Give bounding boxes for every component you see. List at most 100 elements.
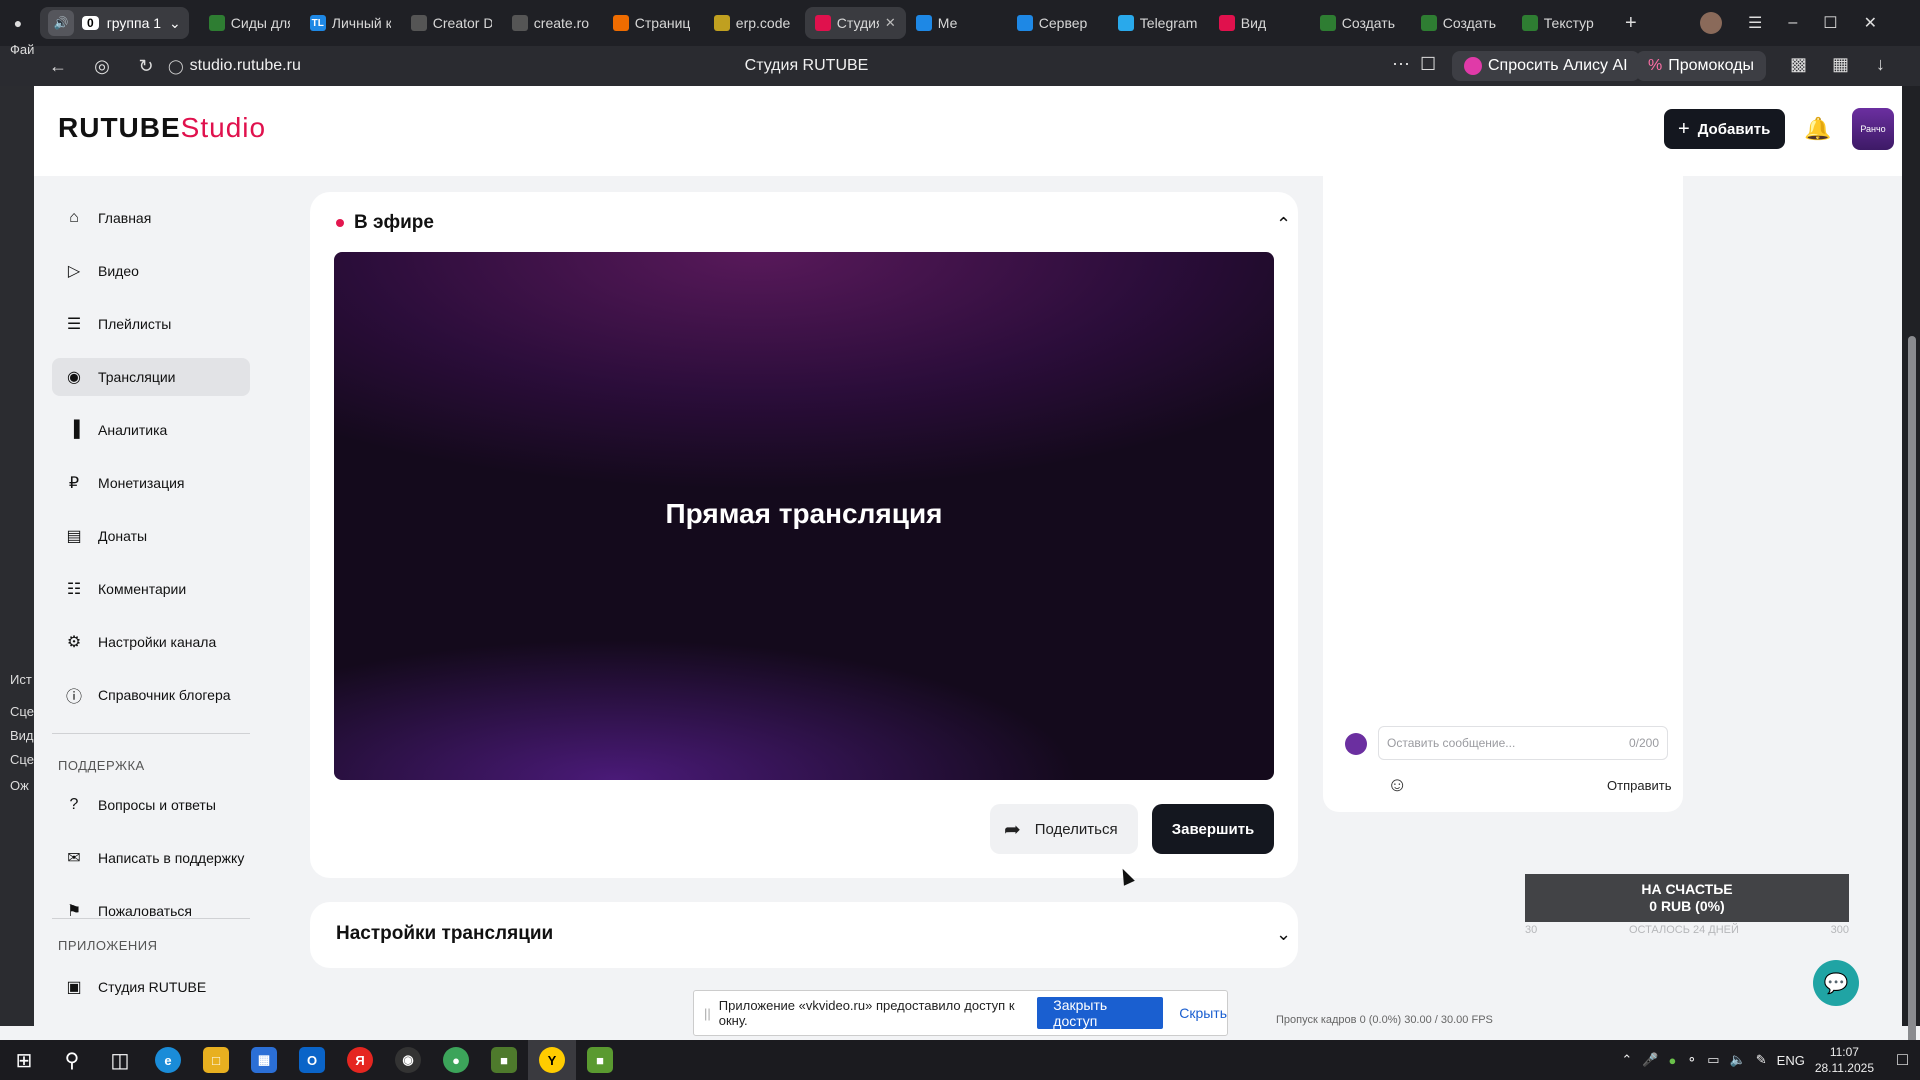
background-window-label[interactable]: Ож bbox=[10, 778, 29, 793]
browser-tab[interactable]: Создать bbox=[1310, 0, 1411, 46]
sidebar-item[interactable]: ⚙ Настройки канала bbox=[52, 623, 250, 661]
revoke-access-button[interactable]: Закрыть доступ bbox=[1037, 997, 1164, 1029]
explorer-icon[interactable]: □ bbox=[192, 1040, 240, 1080]
tab-close-icon[interactable]: ✕ bbox=[885, 15, 896, 31]
browser-tab[interactable]: Ме bbox=[906, 0, 1007, 46]
chat-input[interactable]: Оставить сообщение... 0/200 bbox=[1378, 726, 1668, 760]
minecraft-launcher-icon[interactable]: ■ bbox=[576, 1040, 624, 1080]
sidebar-item[interactable]: ▤ Донаты bbox=[52, 517, 250, 555]
sidebar-item[interactable]: ▷ Видео bbox=[52, 252, 250, 290]
browser-tab[interactable]: create.ro bbox=[502, 0, 603, 46]
browser-tab[interactable]: Вид bbox=[1209, 0, 1310, 46]
extension-icon[interactable]: ▦ bbox=[1832, 54, 1849, 75]
sidebar-item[interactable]: ⚑ Пожаловаться bbox=[52, 892, 250, 930]
help-chat-button[interactable]: 💬 bbox=[1813, 960, 1859, 1006]
avatar[interactable]: Ранчо bbox=[1852, 108, 1894, 150]
browser-tab[interactable]: Сиды для bbox=[199, 0, 300, 46]
background-window-label[interactable]: Сце bbox=[10, 704, 34, 719]
emoji-icon[interactable]: ☺ bbox=[1387, 774, 1407, 797]
language-indicator[interactable]: ENG bbox=[1777, 1053, 1805, 1068]
sidebar-item[interactable]: ⓘ Справочник блогера bbox=[52, 676, 250, 714]
chevron-up-icon[interactable]: ⌃ bbox=[1276, 214, 1291, 235]
live-dot-icon bbox=[336, 219, 344, 227]
logo[interactable]: RUTUBEStudio bbox=[58, 112, 266, 144]
chevron-down-icon[interactable]: ⌄ bbox=[1276, 924, 1291, 945]
sidebar-item[interactable]: ◉ Трансляции bbox=[52, 358, 250, 396]
tab-group-count: 0 bbox=[82, 16, 99, 30]
new-tab-button[interactable]: + bbox=[1613, 8, 1649, 38]
close-icon[interactable]: ✕ bbox=[1864, 13, 1877, 33]
bookmark-icon[interactable]: ☐ bbox=[1420, 54, 1436, 75]
sidebar-item-label: Написать в поддержку bbox=[98, 850, 245, 866]
browser-tab[interactable]: Создать bbox=[1411, 0, 1512, 46]
alice-icon bbox=[1464, 57, 1482, 75]
background-window-label[interactable]: Вид bbox=[10, 728, 34, 743]
search-icon[interactable]: ⚲ bbox=[48, 1040, 96, 1080]
browser-menu-icon[interactable]: ● bbox=[0, 0, 36, 46]
hide-notice-link[interactable]: Скрыть bbox=[1179, 1005, 1227, 1021]
windows-start-icon[interactable]: ⊞ bbox=[0, 1040, 48, 1080]
menu-icon[interactable]: ☰ bbox=[1748, 13, 1762, 33]
add-button[interactable]: + Добавить bbox=[1664, 109, 1785, 149]
stream-settings-card[interactable]: Настройки трансляции ⌄ bbox=[310, 902, 1298, 968]
bell-icon[interactable]: 🔔 bbox=[1804, 116, 1831, 142]
browser-tab[interactable]: Страниц bbox=[603, 0, 704, 46]
share-button[interactable]: ➦ Поделиться bbox=[990, 804, 1138, 854]
sidebar-item[interactable]: ? Вопросы и ответы bbox=[52, 786, 250, 824]
stream-player[interactable]: Прямая трансляция bbox=[334, 252, 1274, 780]
live-title-text: В эфире bbox=[354, 212, 434, 233]
obs-icon[interactable]: ◉ bbox=[384, 1040, 432, 1080]
send-button[interactable]: Отправить bbox=[1607, 778, 1671, 793]
store-icon[interactable]: ▦ bbox=[240, 1040, 288, 1080]
page-scrollbar[interactable] bbox=[1908, 336, 1916, 1080]
browser-tab[interactable]: TL Личный к bbox=[300, 0, 401, 46]
speaker-icon[interactable]: 🔊 bbox=[48, 10, 74, 36]
browser-tab[interactable]: erp.code bbox=[704, 0, 805, 46]
browser-tab[interactable]: Студия ✕ bbox=[804, 7, 906, 39]
browser-tab[interactable]: Creator D bbox=[401, 0, 502, 46]
wifi-icon[interactable]: ⚬ bbox=[1686, 1052, 1697, 1068]
chevron-up-icon[interactable]: ⌃ bbox=[1621, 1052, 1632, 1068]
sidebar-item[interactable]: ▣ Студия RUTUBE bbox=[52, 968, 250, 1006]
browser-tab[interactable]: Текстур bbox=[1512, 0, 1613, 46]
sidebar-item[interactable]: ▐ Аналитика bbox=[52, 411, 250, 449]
sidebar-item[interactable]: ✉ Написать в поддержку bbox=[52, 839, 250, 877]
sidebar-item[interactable]: ⌂ Главная bbox=[52, 199, 250, 237]
edge-icon[interactable]: e bbox=[144, 1040, 192, 1080]
maximize-icon[interactable]: ☐ bbox=[1823, 13, 1837, 33]
minecraft-icon[interactable]: ■ bbox=[480, 1040, 528, 1080]
background-window-label[interactable]: Ист bbox=[10, 672, 32, 687]
yandex-icon[interactable]: Я bbox=[336, 1040, 384, 1080]
background-window-label[interactable]: Фай bbox=[10, 42, 34, 57]
download-icon[interactable]: ↓ bbox=[1876, 54, 1885, 75]
alice-button[interactable]: Спросить Алису AI bbox=[1452, 51, 1640, 81]
chrome-icon[interactable]: ● bbox=[432, 1040, 480, 1080]
notifications-icon[interactable]: □ bbox=[1897, 1049, 1908, 1070]
more-icon[interactable]: ⋯ bbox=[1392, 54, 1410, 75]
minimize-icon[interactable]: – bbox=[1788, 14, 1797, 32]
chevron-down-icon[interactable]: ⌄ bbox=[169, 15, 181, 32]
sidebar-item[interactable]: ₽ Монетизация bbox=[52, 464, 250, 502]
collections-icon[interactable]: ▩ bbox=[1790, 54, 1807, 75]
clock[interactable]: 11:07 28.11.2025 bbox=[1815, 1044, 1874, 1076]
sidebar-item[interactable]: ☰ Плейлисты bbox=[52, 305, 250, 343]
browser-tab[interactable]: Сервер bbox=[1007, 0, 1108, 46]
task-view-icon[interactable]: ◫ bbox=[96, 1040, 144, 1080]
end-stream-button[interactable]: Завершить bbox=[1152, 804, 1274, 854]
sidebar-item[interactable]: ☷ Комментарии bbox=[52, 570, 250, 608]
volume-icon[interactable]: 🔈 bbox=[1730, 1052, 1746, 1068]
background-window-label[interactable]: Сце bbox=[10, 752, 34, 767]
promo-button[interactable]: % Промокоды bbox=[1636, 51, 1766, 81]
drag-handle-icon[interactable]: || bbox=[704, 1006, 711, 1021]
browser-tab[interactable]: Telegram bbox=[1108, 0, 1209, 46]
app-tray-icon[interactable]: ● bbox=[1669, 1053, 1677, 1068]
tab-title: Сервер bbox=[1038, 15, 1088, 31]
battery-icon[interactable]: ▭ bbox=[1707, 1052, 1719, 1068]
pen-icon[interactable]: ✎ bbox=[1756, 1052, 1767, 1068]
outlook-icon[interactable]: O bbox=[288, 1040, 336, 1080]
profile-icon[interactable] bbox=[1700, 12, 1722, 34]
tab-group[interactable]: 🔊 0 группа 1 ⌄ bbox=[40, 7, 189, 39]
microphone-icon[interactable]: 🎤 bbox=[1642, 1052, 1658, 1068]
favicon-icon bbox=[915, 15, 932, 31]
yandex-browser-icon[interactable]: Y bbox=[528, 1040, 576, 1080]
